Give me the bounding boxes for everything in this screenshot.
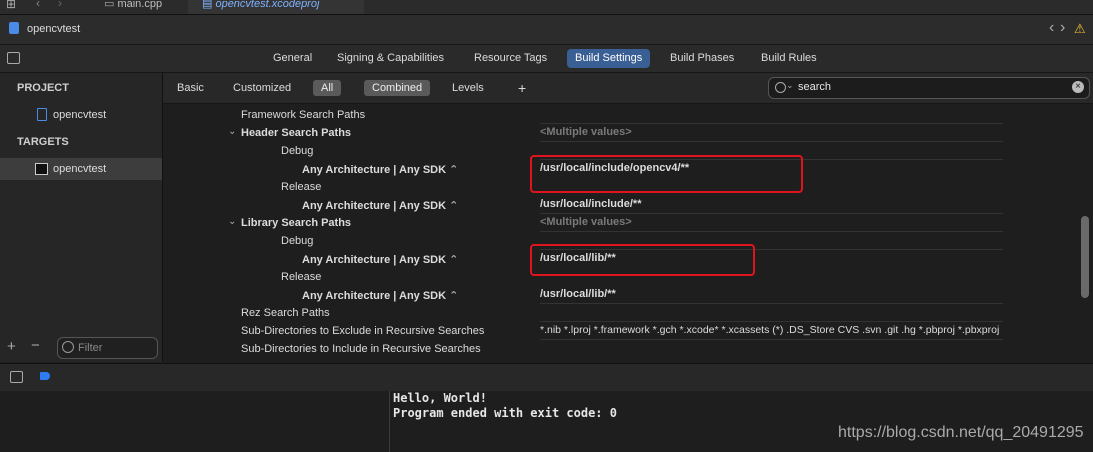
- arch-label: Any Architecture | Any SDK: [302, 164, 447, 176]
- tab-resource-tags[interactable]: Resource Tags: [466, 49, 555, 68]
- breakpoint-icon[interactable]: [40, 372, 50, 380]
- file-icon: ▭: [104, 0, 118, 10]
- header-debug-arch-selector[interactable]: Any Architecture | Any SDK ⌃: [302, 163, 458, 176]
- jump-bar-project-name[interactable]: opencvtest: [27, 23, 80, 35]
- tab-xcodeproj[interactable]: ▤ opencvtest.xcodeproj: [188, 0, 364, 14]
- sidebar-target-item[interactable]: opencvtest: [0, 158, 162, 180]
- header-search-paths-value[interactable]: <Multiple values>: [540, 126, 632, 138]
- project-header: PROJECT: [17, 82, 69, 94]
- library-release-arch-selector[interactable]: Any Architecture | Any SDK ⌃: [302, 289, 458, 302]
- grid-icon[interactable]: ⊞: [6, 0, 16, 11]
- settings-search-input[interactable]: ⌄ search ×: [768, 77, 1090, 99]
- header-release-label: Release: [281, 181, 322, 193]
- console-line: Hello, World!: [393, 391, 487, 405]
- library-debug-label: Debug: [281, 235, 314, 247]
- window-tab-bar: ⊞ ‹ › ▭ main.cpp ▤ opencvtest.xcodeproj: [0, 0, 1093, 15]
- setting-library-search-paths[interactable]: Library Search Paths: [241, 217, 351, 229]
- setting-header-search-paths[interactable]: Header Search Paths: [241, 127, 351, 139]
- clear-search-icon[interactable]: ×: [1072, 81, 1084, 93]
- arch-label: Any Architecture | Any SDK: [302, 200, 447, 212]
- row-separator: [540, 303, 1003, 304]
- hide-debug-area-icon[interactable]: [10, 371, 23, 383]
- row-separator: [540, 321, 1003, 322]
- stepper-icon: ⌃: [449, 200, 459, 212]
- tab-signing-capabilities[interactable]: Signing & Capabilities: [329, 49, 452, 68]
- editor-tab-bar: General Signing & Capabilities Resource …: [0, 45, 1093, 73]
- filter-icon: [62, 341, 74, 353]
- project-file-icon: ▤: [202, 0, 216, 10]
- filter-placeholder: Filter: [78, 342, 103, 354]
- project-icon: [9, 22, 19, 34]
- tab-build-phases[interactable]: Build Phases: [662, 49, 742, 68]
- console-line: Program ended with exit code: 0: [393, 406, 617, 420]
- forward-arrow-icon[interactable]: ›: [58, 0, 62, 10]
- row-separator: [540, 123, 1003, 124]
- tab-general[interactable]: General: [265, 49, 320, 68]
- subdirs-exclude-value[interactable]: *.nib *.lproj *.framework *.gch *.xcode*…: [540, 324, 999, 336]
- remove-icon[interactable]: −: [31, 337, 40, 354]
- highlight-box: [530, 155, 803, 193]
- header-debug-label: Debug: [281, 145, 314, 157]
- targets-header: TARGETS: [17, 136, 69, 148]
- setting-subdirs-exclude[interactable]: Sub-Directories to Exclude in Recursive …: [241, 325, 484, 337]
- debug-bar: [0, 363, 1093, 392]
- filter-levels[interactable]: Levels: [444, 80, 492, 96]
- search-value: search: [798, 81, 832, 93]
- library-release-value[interactable]: /usr/local/lib/**: [540, 288, 616, 300]
- variables-view: [0, 391, 390, 452]
- arch-label: Any Architecture | Any SDK: [302, 290, 447, 302]
- warning-icon[interactable]: ⚠: [1074, 21, 1086, 37]
- arch-label: Any Architecture | Any SDK: [302, 254, 447, 266]
- tab-build-rules[interactable]: Build Rules: [753, 49, 825, 68]
- stepper-icon: ⌃: [449, 290, 459, 302]
- filter-basic[interactable]: Basic: [169, 80, 212, 96]
- filter-customized[interactable]: Customized: [225, 80, 299, 96]
- library-release-label: Release: [281, 271, 322, 283]
- vertical-scrollbar[interactable]: [1081, 216, 1089, 298]
- library-search-paths-value[interactable]: <Multiple values>: [540, 216, 632, 228]
- sidebar-project-item[interactable]: opencvtest: [53, 109, 106, 121]
- chevron-down-icon[interactable]: ⌄: [228, 126, 236, 137]
- filter-all[interactable]: All: [313, 80, 342, 96]
- search-icon: [775, 82, 786, 93]
- header-release-arch-selector[interactable]: Any Architecture | Any SDK ⌃: [302, 199, 458, 212]
- row-separator: [540, 231, 1003, 232]
- watermark: https://blog.csdn.net/qq_20491295: [838, 424, 1084, 441]
- back-arrow-icon[interactable]: ‹: [36, 0, 40, 10]
- target-app-icon: [35, 163, 48, 175]
- next-issue-icon[interactable]: ›: [1060, 19, 1065, 37]
- add-icon[interactable]: +: [7, 338, 16, 355]
- row-separator: [540, 213, 1003, 214]
- add-setting-button[interactable]: +: [510, 80, 534, 96]
- stepper-icon: ⌃: [449, 164, 459, 176]
- chevron-down-icon[interactable]: ⌄: [228, 216, 236, 227]
- setting-rez-search-paths[interactable]: Rez Search Paths: [241, 307, 330, 319]
- sidebar-toggle-icon[interactable]: [7, 52, 20, 64]
- setting-framework-search-paths[interactable]: Framework Search Paths: [241, 109, 365, 121]
- row-separator: [540, 141, 1003, 142]
- header-release-value[interactable]: /usr/local/include/**: [540, 198, 641, 210]
- jump-bar: opencvtest ‹ › ⚠: [0, 15, 1093, 45]
- setting-subdirs-include[interactable]: Sub-Directories to Include in Recursive …: [241, 343, 481, 355]
- highlight-box: [530, 244, 755, 276]
- project-sidebar: PROJECT opencvtest TARGETS opencvtest + …: [0, 73, 163, 362]
- tab-build-settings[interactable]: Build Settings: [567, 49, 651, 68]
- prev-issue-icon[interactable]: ‹: [1049, 19, 1054, 37]
- stepper-icon: ⌃: [449, 254, 459, 266]
- sidebar-filter-input[interactable]: Filter: [57, 337, 158, 359]
- row-separator: [540, 339, 1003, 340]
- filter-combined[interactable]: Combined: [364, 80, 431, 96]
- console-output[interactable]: Hello, World! Program ended with exit co…: [390, 391, 1093, 452]
- search-dropdown-icon: ⌄: [786, 80, 794, 90]
- library-debug-arch-selector[interactable]: Any Architecture | Any SDK ⌃: [302, 253, 458, 266]
- project-document-icon: [37, 108, 47, 121]
- sidebar-target-label: opencvtest: [53, 163, 107, 175]
